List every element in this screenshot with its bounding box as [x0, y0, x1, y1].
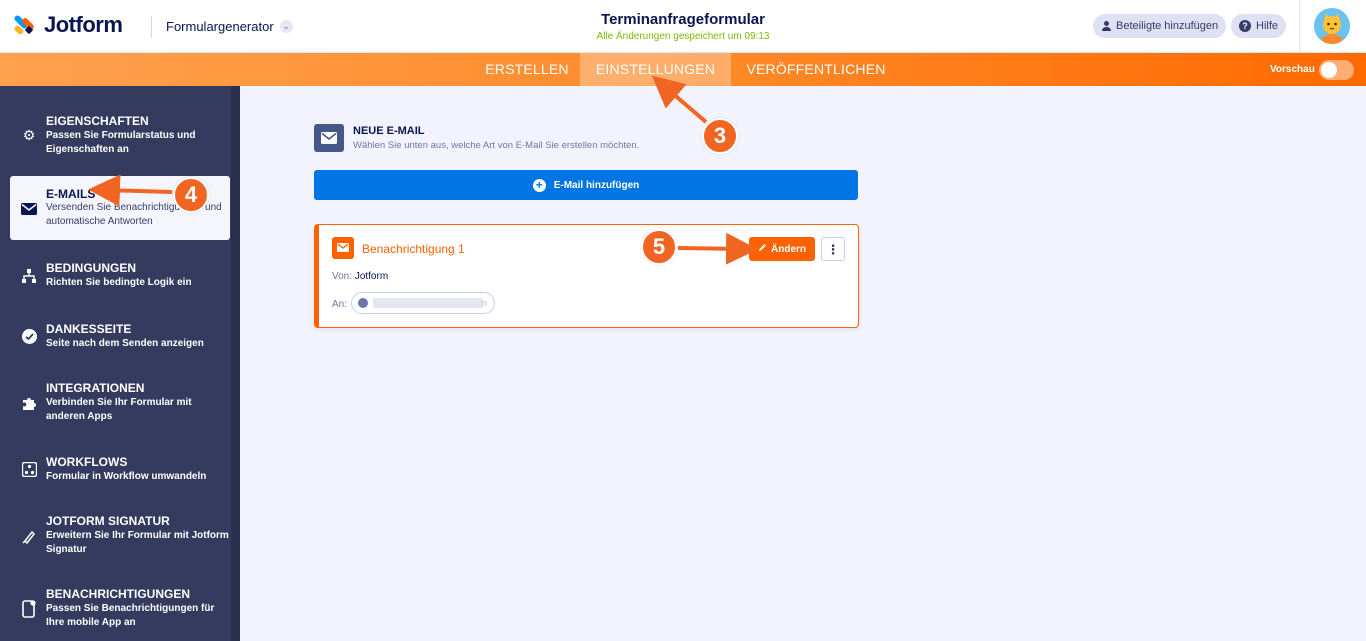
check-circle-icon: [21, 328, 37, 344]
sidebar-item-title: DANKESSEITE: [46, 322, 132, 336]
sidebar-item-title: E-MAILS: [46, 187, 96, 201]
help-button[interactable]: ? Hilfe: [1231, 14, 1287, 38]
vertical-dots-icon: ⋮: [826, 241, 840, 257]
gear-icon: ⚙: [22, 127, 36, 143]
sidebar-item-thankyou[interactable]: DANKESSEITE Seite nach dem Senden anzeig…: [10, 320, 230, 354]
tab-create[interactable]: ERSTELLEN: [474, 53, 580, 86]
email-card[interactable]: Benachrichtigung 1 Ändern ⋮ Von: Jotform…: [314, 224, 859, 328]
jotform-logo[interactable]: Jotform: [13, 12, 123, 38]
sidebar-item-title: BEDINGUNGEN: [46, 261, 137, 275]
envelope-icon: [314, 124, 344, 152]
workflow-icon: [21, 461, 37, 477]
mobile-icon: [21, 600, 37, 618]
avatar-cat-icon: [1314, 8, 1350, 44]
sidebar-item-title: JOTFORM SIGNATUR: [46, 514, 170, 528]
new-email-subtitle: Wählen Sie unten aus, welche Art von E-M…: [353, 140, 640, 151]
sidebar-item-properties[interactable]: ⚙ EIGENSCHAFTEN Passen Sie Formularstatu…: [10, 112, 230, 160]
header-separator: [1299, 0, 1300, 53]
save-status: Alle Änderungen gespeichert um 09:13: [596, 31, 770, 42]
more-options-button[interactable]: ⋮: [821, 237, 845, 261]
from-label: Von:: [332, 271, 353, 282]
jotform-logo-icon: [13, 13, 36, 37]
sidebar-item-workflows[interactable]: WORKFLOWS Formular in Workflow umwandeln: [10, 453, 230, 487]
sidebar-item-desc: Passen Sie Benachrichtigungen für Ihre m…: [46, 603, 215, 628]
sidebar-item-title: INTEGRATIONEN: [46, 381, 145, 395]
logo-text: Jotform: [44, 12, 123, 37]
new-email-title: NEUE E-MAIL: [353, 125, 425, 137]
puzzle-icon: [21, 395, 37, 411]
from-value: Jotform: [354, 271, 389, 282]
sidebar-item-title: WORKFLOWS: [46, 455, 128, 469]
user-icon: [1101, 21, 1111, 31]
recipient-chip[interactable]: n: [351, 292, 495, 314]
sidebar-item-desc: Passen Sie Formularstatus und Eigenschaf…: [46, 130, 196, 155]
sidebar-item-desc: Seite nach dem Senden anzeigen: [46, 338, 204, 349]
sidebar-item-desc: Verbinden Sie Ihr Formular mit anderen A…: [46, 397, 192, 422]
to-label: An:: [332, 299, 348, 310]
pencil-icon: [758, 243, 767, 255]
sidebar-item-desc: Erweitern Sie Ihr Formular mit Jotform S…: [46, 530, 229, 555]
annotation-badge-3: 3: [702, 118, 738, 154]
sidebar-scrollbar[interactable]: [231, 86, 240, 641]
sidebar-item-title: EIGENSCHAFTEN: [46, 114, 149, 128]
sidebar-item-desc: Richten Sie bedingte Logik ein: [46, 277, 192, 288]
add-email-label: E-Mail hinzufügen: [553, 179, 640, 191]
avatar[interactable]: [1314, 8, 1350, 44]
from-row: Von: Jotform: [332, 271, 388, 282]
header-divider: [151, 16, 152, 38]
form-title-area: Terminanfrageformular Alle Änderungen ge…: [533, 11, 833, 42]
add-participants-button[interactable]: Beteiligte hinzufügen: [1093, 14, 1227, 38]
sidebar-item-signature[interactable]: JOTFORM SIGNATUR Erweitern Sie Ihr Formu…: [10, 512, 230, 560]
sitemap-icon: [21, 268, 37, 284]
form-title[interactable]: Terminanfrageformular: [533, 11, 833, 28]
preview-label: Vorschau: [1270, 64, 1315, 75]
preview-toggle[interactable]: [1319, 60, 1354, 80]
settings-sidebar: ⚙ EIGENSCHAFTEN Passen Sie Formularstatu…: [0, 86, 240, 641]
chevron-down-icon: ⌄: [279, 20, 293, 33]
add-email-button[interactable]: + E-Mail hinzufügen: [314, 170, 858, 200]
top-header: Jotform Formulargenerator ⌄ Terminanfrag…: [0, 0, 1366, 53]
builder-dropdown[interactable]: Formulargenerator ⌄: [166, 19, 293, 34]
annotation-badge-4: 4: [173, 177, 209, 213]
builder-nav: ERSTELLEN EINSTELLUNGEN VERÖFFENTLICHEN …: [0, 53, 1366, 86]
pen-icon: [21, 528, 37, 544]
annotation-badge-5: 5: [641, 229, 677, 265]
builder-dropdown-label: Formulargenerator: [166, 19, 274, 34]
envelope-icon: [21, 201, 37, 217]
recipient-tail: n: [482, 298, 488, 308]
sidebar-item-conditions[interactable]: BEDINGUNGEN Richten Sie bedingte Logik e…: [10, 259, 230, 293]
email-card-title[interactable]: Benachrichtigung 1: [362, 242, 465, 256]
notification-envelope-icon: [332, 237, 354, 259]
edit-email-button[interactable]: Ändern: [749, 237, 815, 261]
question-icon: ?: [1239, 20, 1251, 32]
toggle-knob: [1321, 62, 1337, 78]
help-label: Hilfe: [1256, 20, 1279, 32]
redacted-recipient: [373, 298, 483, 308]
sidebar-item-desc: Formular in Workflow umwandeln: [46, 471, 207, 482]
edit-email-label: Ändern: [771, 243, 806, 255]
sidebar-item-title: BENACHRICHTIGUNGEN: [46, 587, 190, 601]
tab-settings[interactable]: EINSTELLUNGEN: [580, 53, 731, 86]
user-circle-icon: [358, 298, 368, 308]
plus-circle-icon: +: [532, 178, 546, 192]
add-participants-label: Beteiligte hinzufügen: [1116, 20, 1219, 32]
sidebar-item-integrations[interactable]: INTEGRATIONEN Verbinden Sie Ihr Formular…: [10, 379, 230, 427]
tab-publish[interactable]: VERÖFFENTLICHEN: [731, 53, 901, 86]
sidebar-item-notifications[interactable]: BENACHRICHTIGUNGEN Passen Sie Benachrich…: [10, 585, 230, 633]
